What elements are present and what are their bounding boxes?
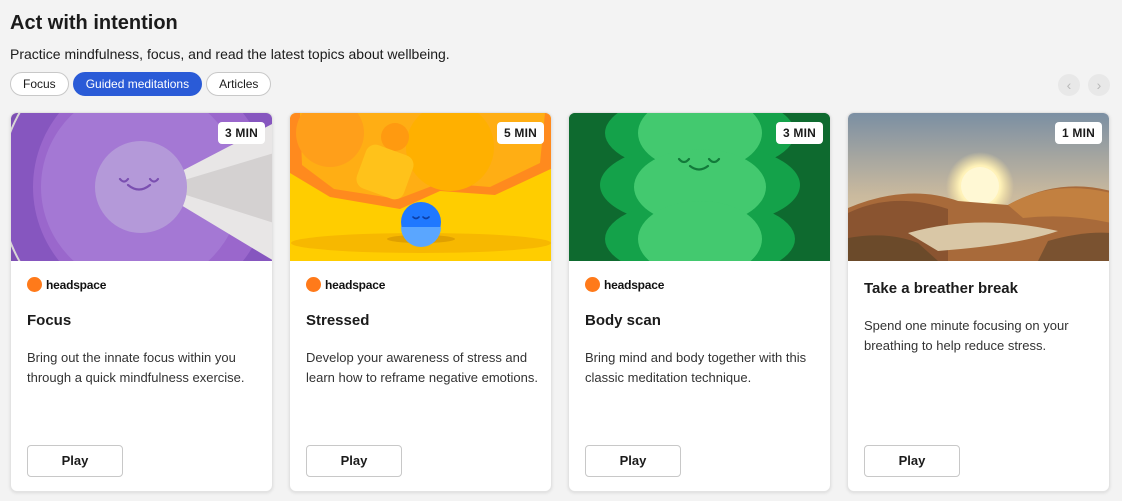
brand-name: headspace xyxy=(46,277,107,292)
duration-badge: 3 MIN xyxy=(775,122,823,144)
duration-badge: 3 MIN xyxy=(217,122,265,144)
brand-name: headspace xyxy=(325,277,386,292)
play-button[interactable]: Play xyxy=(27,445,123,477)
card-title: Take a breather break xyxy=(864,280,1018,297)
duration-badge: 5 MIN xyxy=(496,122,544,144)
card-carousel: 3 MIN headspace Focus Bring out the inna… xyxy=(10,112,1110,492)
card-title: Stressed xyxy=(306,312,370,329)
card-description: Bring mind and body together with this c… xyxy=(585,350,807,385)
headspace-dot-icon xyxy=(27,277,42,292)
duration-badge: 1 MIN xyxy=(1054,122,1102,144)
filter-guided-meditations[interactable]: Guided meditations xyxy=(72,72,203,96)
headspace-logo: headspace xyxy=(27,277,106,292)
card-focus[interactable]: 3 MIN headspace Focus Bring out the inna… xyxy=(10,112,273,492)
card-description: Spend one minute focusing on your breath… xyxy=(864,318,1069,353)
play-button[interactable]: Play xyxy=(864,445,960,477)
card-description: Bring out the innate focus within you th… xyxy=(27,350,245,385)
stressed-illustration: 5 MIN xyxy=(290,113,551,261)
wellbeing-section: Act with intention Practice mindfulness,… xyxy=(0,0,1122,501)
section-title: Act with intention xyxy=(10,12,178,34)
brand-name: headspace xyxy=(604,277,665,292)
filter-pills: Focus Guided meditations Articles xyxy=(10,72,272,96)
chevron-left-icon[interactable]: ‹ xyxy=(1058,74,1080,96)
headspace-logo: headspace xyxy=(585,277,664,292)
card-title: Focus xyxy=(27,312,72,329)
carousel-nav: ‹ › xyxy=(1058,74,1110,96)
play-button[interactable]: Play xyxy=(585,445,681,477)
chevron-right-icon[interactable]: › xyxy=(1088,74,1110,96)
play-button[interactable]: Play xyxy=(306,445,402,477)
landscape-photo: 1 MIN xyxy=(848,113,1109,261)
card-body-scan[interactable]: 3 MIN headspace Body scan Bring mind and… xyxy=(568,112,831,492)
headspace-dot-icon xyxy=(585,277,600,292)
card-breather-break[interactable]: 1 MIN Take a breather break Spend one mi… xyxy=(847,112,1110,492)
focus-illustration: 3 MIN xyxy=(11,113,272,261)
section-subtitle: Practice mindfulness, focus, and read th… xyxy=(10,46,450,62)
card-title: Body scan xyxy=(585,312,661,329)
filter-articles[interactable]: Articles xyxy=(206,72,272,96)
card-stressed[interactable]: 5 MIN headspace Stressed Develop your aw… xyxy=(289,112,552,492)
headspace-dot-icon xyxy=(306,277,321,292)
body-scan-illustration: 3 MIN xyxy=(569,113,830,261)
card-description: Develop your awareness of stress and lea… xyxy=(306,350,538,385)
filter-focus[interactable]: Focus xyxy=(10,72,69,96)
headspace-logo: headspace xyxy=(306,277,385,292)
